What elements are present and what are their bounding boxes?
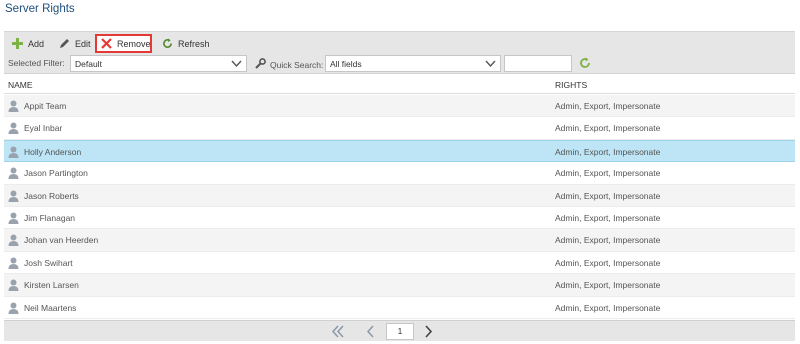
user-icon	[8, 146, 19, 160]
row-rights: Admin, Export, Impersonate	[555, 280, 661, 291]
remove-button[interactable]: Remove	[95, 34, 152, 53]
row-rights: Admin, Export, Impersonate	[555, 168, 661, 179]
user-icon	[8, 122, 19, 136]
remove-label: Remove	[117, 38, 151, 49]
row-name: Kirsten Larsen	[24, 280, 79, 291]
add-label: Add	[28, 38, 45, 49]
page-number-input[interactable]: 1	[386, 323, 414, 340]
edit-label: Edit	[75, 38, 91, 49]
row-name: Jason Roberts	[24, 190, 79, 201]
row-name: Neil Maartens	[24, 302, 77, 313]
grid-rows: Appit Team Admin, Export, Impersonate Ey…	[4, 95, 795, 319]
row-rights: Admin, Export, Impersonate	[555, 123, 661, 134]
user-icon	[8, 100, 19, 114]
row-rights: Admin, Export, Impersonate	[555, 235, 661, 246]
pencil-icon	[59, 38, 70, 49]
user-icon	[8, 212, 19, 226]
row-rights: Admin, Export, Impersonate	[555, 212, 661, 223]
row-name: Eyal Inbar	[24, 123, 63, 134]
previous-page-icon[interactable]	[366, 325, 375, 340]
pager: 1	[4, 320, 795, 341]
table-row[interactable]: Eyal Inbar Admin, Export, Impersonate	[4, 117, 795, 140]
grid-header: NAME RIGHTS	[4, 75, 795, 94]
page-title: Server Rights	[5, 3, 75, 15]
refresh-label: Refresh	[178, 38, 210, 49]
add-button[interactable]: Add	[8, 35, 48, 52]
quick-search-text: Quick Search:	[270, 59, 324, 70]
table-row[interactable]: Jason Partington Admin, Export, Imperson…	[4, 162, 795, 185]
first-page-icon[interactable]	[331, 325, 345, 340]
table-row[interactable]: Jim Flanagan Admin, Export, Impersonate	[4, 206, 795, 230]
wrench-icon	[255, 58, 266, 71]
selected-filter-label: Selected Filter:	[8, 58, 65, 68]
row-name: Jim Flanagan	[24, 212, 76, 223]
user-icon	[8, 234, 19, 248]
row-name: Appit Team	[24, 101, 67, 111]
row-rights: Admin, Export, Impersonate	[555, 146, 661, 157]
table-row[interactable]: Jason Roberts Admin, Export, Impersonate	[4, 184, 795, 207]
row-name: Holly Anderson	[24, 146, 82, 157]
quick-search-input[interactable]	[504, 55, 572, 72]
plus-icon	[12, 38, 23, 49]
table-row[interactable]: Neil Maartens Admin, Export, Impersonate	[4, 296, 795, 319]
row-rights: Admin, Export, Impersonate	[555, 302, 661, 313]
selected-filter-dropdown[interactable]: Default	[70, 55, 247, 72]
chevron-down-icon	[485, 59, 496, 70]
quick-search-scope-dropdown[interactable]: All fields	[325, 55, 501, 72]
refresh-button[interactable]: Refresh	[158, 35, 214, 52]
row-name: Jason Partington	[24, 168, 88, 179]
chevron-down-icon	[231, 59, 242, 70]
column-header-name[interactable]: NAME	[8, 80, 33, 90]
row-rights: Admin, Export, Impersonate	[555, 257, 661, 268]
filter-bar: Selected Filter: Default Quick Search: A…	[4, 53, 795, 74]
search-refresh-icon[interactable]	[579, 57, 591, 71]
row-rights: Admin, Export, Impersonate	[555, 190, 661, 201]
edit-button[interactable]: Edit	[55, 35, 95, 52]
user-icon	[8, 190, 19, 204]
column-header-rights[interactable]: RIGHTS	[555, 80, 587, 90]
table-row[interactable]: Johan van Heerden Admin, Export, Imperso…	[4, 229, 795, 252]
table-row[interactable]: Kirsten Larsen Admin, Export, Impersonat…	[4, 274, 795, 297]
user-icon	[8, 257, 19, 271]
row-name: Johan van Heerden	[24, 235, 99, 246]
table-row[interactable]: Appit Team Admin, Export, Impersonate	[4, 95, 795, 118]
toolbar: Add Edit Remove Refresh	[4, 31, 795, 53]
table-row-selected[interactable]: Holly Anderson Admin, Export, Impersonat…	[4, 139, 795, 163]
table-row[interactable]: Josh Swihart Admin, Export, Impersonate	[4, 251, 795, 275]
user-icon	[8, 167, 19, 181]
user-icon	[8, 279, 19, 293]
server-rights-panel: Add Edit Remove Refresh Selected Filter:…	[4, 31, 795, 341]
selected-filter-value: Default	[75, 58, 102, 69]
next-page-icon[interactable]	[424, 325, 433, 340]
row-name: Josh Swihart	[24, 257, 73, 268]
user-icon	[8, 302, 19, 316]
quick-search-scope-value: All fields	[330, 58, 362, 69]
row-rights: Admin, Export, Impersonate	[555, 101, 661, 111]
x-icon	[101, 38, 112, 49]
quick-search-label: Quick Search:	[255, 58, 323, 71]
refresh-icon	[162, 38, 173, 49]
